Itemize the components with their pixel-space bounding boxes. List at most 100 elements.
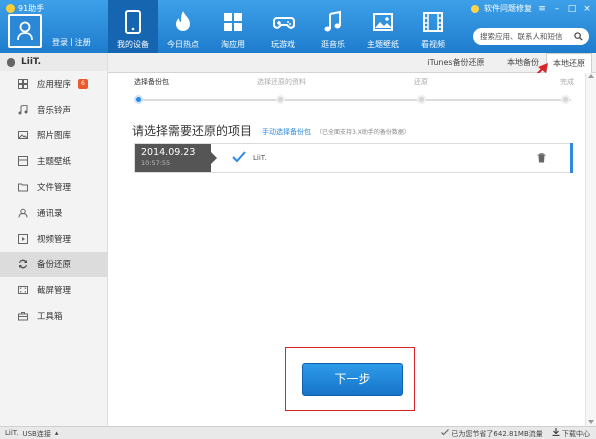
sidebar-item-label: 工具箱	[37, 312, 63, 323]
sidebar-item-label: 视频管理	[37, 234, 72, 245]
search-placeholder: 搜索应用、联系人和短信	[480, 32, 563, 41]
music-note-icon	[324, 10, 341, 32]
menu-icon[interactable]: ≡	[537, 4, 547, 14]
sidebar-item-music[interactable]: 音乐铃声	[0, 97, 107, 123]
backup-restore-icon	[19, 260, 27, 269]
device-header[interactable]: LiiT.	[0, 53, 107, 71]
login-separator: |	[70, 37, 73, 46]
nav-my-device[interactable]: 我的设备	[108, 0, 158, 53]
step-label: 还原	[414, 78, 428, 86]
scrollbar[interactable]	[585, 73, 596, 426]
manual-select-link[interactable]: 手动选择备份包	[262, 127, 311, 137]
scroll-up-icon[interactable]	[588, 74, 594, 78]
connection-dropdown-icon[interactable]: ▴	[55, 429, 59, 439]
sidebar-item-files[interactable]: 文件管理	[0, 174, 107, 200]
status-right: 已为您节省了642.81MB流量 下载中心	[441, 428, 590, 439]
tab-itunes-backup-restore[interactable]: iTunes备份还原	[421, 53, 491, 73]
gamepad-icon	[273, 17, 295, 29]
photo-icon	[18, 131, 28, 140]
apps-icon	[18, 78, 28, 89]
nav-video[interactable]: 看视频	[408, 0, 458, 53]
sidebar-item-photos[interactable]: 照片图库	[0, 123, 107, 149]
top-header: 91助手 登录 | 注册 我的设备 今日热点 淘应用 玩游戏 逛音乐 主题壁纸 …	[0, 0, 596, 53]
tab-local-restore[interactable]: 本地还原	[546, 53, 592, 74]
user-icon	[17, 21, 33, 41]
search-input[interactable]: 搜索应用、联系人和短信	[473, 28, 589, 45]
nav-label: 逛音乐	[321, 40, 345, 49]
sidebar-item-label: 照片图库	[37, 131, 72, 142]
phone-icon	[125, 10, 141, 34]
close-icon[interactable]: ×	[582, 4, 592, 14]
sidebar-item-screenshots[interactable]: 截屏管理	[0, 277, 107, 303]
nav-apps[interactable]: 淘应用	[208, 0, 258, 53]
device-name: LiiT.	[21, 57, 42, 67]
apps-grid-icon	[224, 13, 242, 31]
step-line	[140, 99, 571, 101]
minimize-icon[interactable]: –	[552, 4, 562, 14]
sidebar-item-contacts[interactable]: 通讯录	[0, 200, 107, 226]
step-dot	[276, 95, 285, 104]
update-badge: 6	[78, 79, 88, 89]
film-icon	[423, 12, 443, 32]
sidebar-item-toolbox[interactable]: 工具箱	[0, 303, 107, 329]
music-icon	[18, 104, 28, 115]
sidebar: LiiT. 应用程序 6 音乐铃声 照片图库 主题壁纸 文件管理 通讯录 视频管…	[0, 53, 108, 426]
avatar[interactable]	[8, 14, 42, 48]
compat-note: （已全面支持3.X助手的备份数据）	[316, 129, 410, 136]
step-dot	[417, 95, 426, 104]
nav-label: 淘应用	[221, 40, 245, 49]
date-pointer	[211, 152, 217, 164]
maximize-icon[interactable]: □	[567, 4, 577, 14]
checkmark-icon	[441, 428, 450, 435]
sidebar-item-label: 主题壁纸	[37, 157, 72, 168]
step-label: 完成	[560, 78, 574, 86]
register-link[interactable]: 注册	[75, 37, 91, 48]
image-icon	[373, 13, 393, 31]
screenshot-icon	[18, 286, 28, 295]
nav-label: 玩游戏	[271, 40, 295, 49]
sidebar-item-wallpapers[interactable]: 主题壁纸	[0, 148, 107, 174]
nav-label: 主题壁纸	[367, 40, 399, 49]
nav-hot-today[interactable]: 今日热点	[158, 0, 208, 53]
trash-icon[interactable]	[537, 153, 546, 163]
backup-item[interactable]: 2014.09.23 10:57:55 LiiT.	[134, 143, 573, 173]
backup-date: 2014.09.23	[141, 147, 196, 158]
feedback-link[interactable]: 软件问题修复	[484, 3, 532, 14]
backup-device-name: LiiT.	[253, 154, 267, 162]
step-indicator: 选择备份包 选择还原的资料 还原 完成	[108, 73, 596, 104]
selected-indicator	[570, 143, 573, 173]
status-bar: LiiT. USB连接 ▴ 已为您节省了642.81MB流量 下载中心	[0, 426, 596, 439]
sidebar-item-videos[interactable]: 视频管理	[0, 226, 107, 252]
next-button[interactable]: 下一步	[302, 363, 403, 396]
nav-music[interactable]: 逛音乐	[308, 0, 358, 53]
nav-label: 我的设备	[117, 40, 149, 49]
gift-icon	[471, 4, 479, 13]
scroll-down-icon[interactable]	[588, 420, 594, 424]
sidebar-item-apps[interactable]: 应用程序 6	[0, 71, 107, 97]
download-center[interactable]: 下载中心	[552, 428, 590, 439]
apple-icon	[7, 57, 15, 67]
check-icon	[232, 151, 246, 163]
sidebar-item-backup-restore[interactable]: 备份还原	[0, 251, 107, 278]
wallpaper-icon	[18, 156, 28, 167]
status-left: LiiT. USB连接 ▴	[5, 429, 58, 439]
saved-traffic-text: 已为您节省了642.81MB流量	[451, 429, 543, 438]
folder-icon	[18, 183, 28, 192]
login-link[interactable]: 登录	[52, 37, 68, 48]
window-title-text: 91助手	[18, 4, 45, 13]
nav-games[interactable]: 玩游戏	[258, 0, 308, 53]
sidebar-item-label: 备份还原	[37, 260, 72, 271]
status-device: LiiT.	[5, 429, 19, 437]
sidebar-item-label: 音乐铃声	[37, 105, 72, 116]
search-icon[interactable]	[574, 32, 583, 41]
download-icon	[552, 428, 560, 437]
nav-label: 今日热点	[167, 40, 199, 49]
backup-time: 10:57:55	[141, 159, 171, 167]
saved-traffic: 已为您节省了642.81MB流量	[441, 428, 543, 439]
video-icon	[18, 233, 28, 244]
backup-date-block: 2014.09.23 10:57:55	[135, 144, 211, 172]
nav-themes[interactable]: 主题壁纸	[358, 0, 408, 53]
window-title: 91助手	[6, 3, 44, 14]
status-connection[interactable]: USB连接	[22, 429, 50, 439]
app-logo-icon	[6, 4, 15, 13]
